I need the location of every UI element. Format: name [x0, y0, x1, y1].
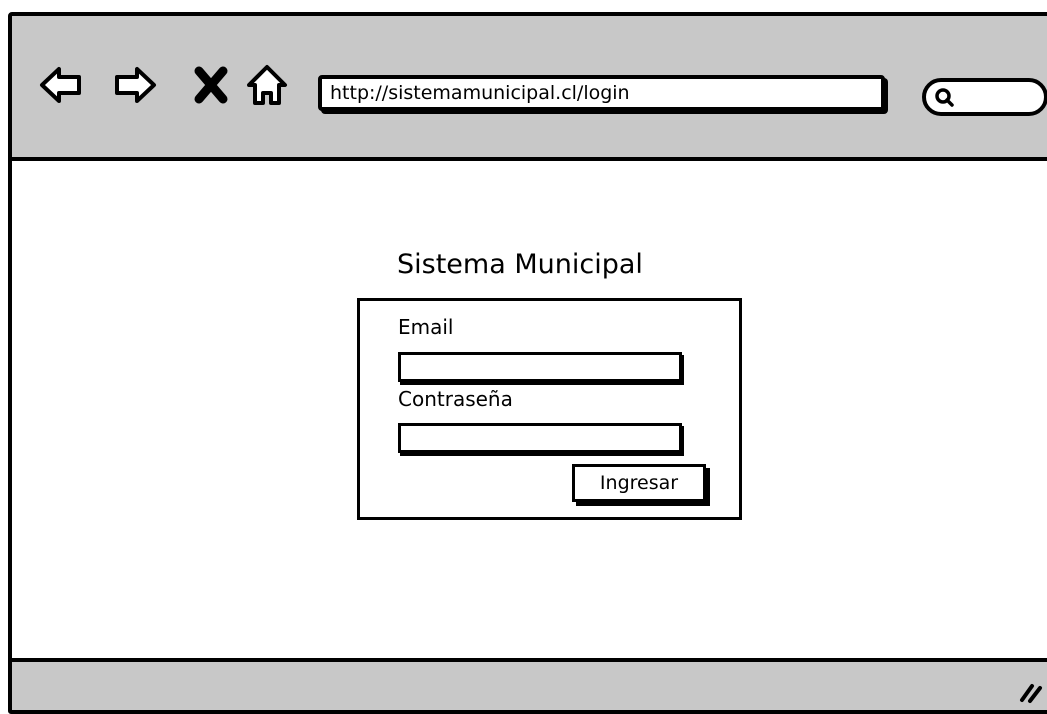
home-icon: [247, 65, 287, 105]
status-bar: [12, 658, 1047, 710]
page-title: Sistema Municipal: [397, 249, 643, 280]
address-bar-url: http://sistemamunicipal.cl/login: [330, 82, 630, 104]
browser-toolbar: http://sistemamunicipal.cl/login: [12, 16, 1047, 161]
address-bar[interactable]: http://sistemamunicipal.cl/login: [318, 75, 885, 111]
email-field[interactable]: [398, 352, 682, 382]
search-icon: [935, 88, 954, 107]
home-button[interactable]: [244, 62, 290, 108]
browser-window: http://sistemamunicipal.cl/login Sistema…: [8, 12, 1047, 714]
password-field[interactable]: [398, 423, 682, 453]
browser-search-field[interactable]: [922, 78, 1047, 116]
login-button[interactable]: Ingresar: [572, 464, 706, 502]
forward-button[interactable]: [112, 62, 158, 108]
login-form: Email Contraseña Ingresar: [357, 298, 742, 520]
forward-arrow-icon: [115, 67, 156, 103]
stop-button[interactable]: [188, 62, 234, 108]
close-icon: [194, 66, 228, 104]
password-label: Contraseña: [398, 387, 513, 411]
back-button[interactable]: [38, 62, 84, 108]
back-arrow-icon: [40, 67, 81, 103]
email-label: Email: [398, 315, 454, 339]
page-content: Sistema Municipal Email Contraseña Ingre…: [12, 161, 1047, 660]
resize-grip-icon[interactable]: [1016, 676, 1044, 704]
